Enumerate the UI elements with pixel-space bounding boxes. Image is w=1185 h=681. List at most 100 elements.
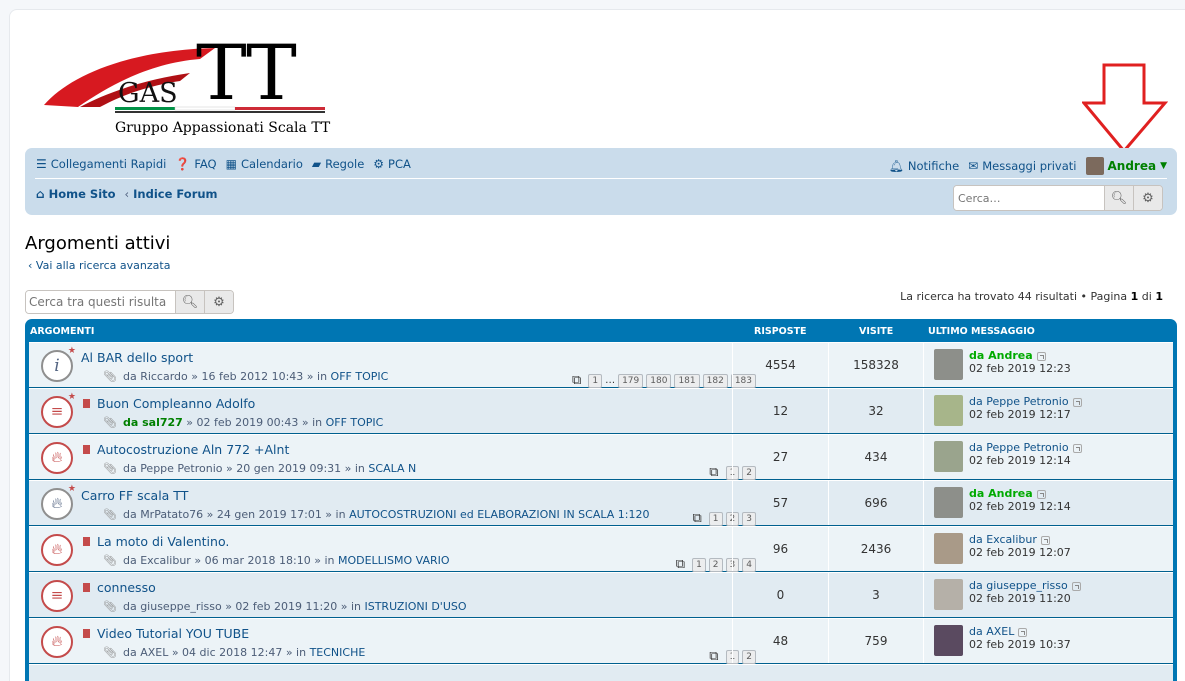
goto-last-post-icon[interactable] [1036,489,1046,499]
goto-last-post-icon[interactable] [1071,581,1081,591]
page-link[interactable]: 182 [702,373,728,388]
topic-title-link[interactable]: Video Tutorial YOU TUBE [97,626,249,641]
last-post-author[interactable]: da Andrea [969,349,1033,362]
unread-marker-icon [83,399,90,408]
last-post-date: 02 feb 2019 12:14 [969,500,1071,513]
replies-cell: 96 [732,527,828,571]
notifications-label: Notifiche [907,159,960,173]
calendar-link[interactable]: ▦ Calendario [226,157,303,171]
logo-tt-text: TT [196,28,297,117]
table-row: 🔥︎ La moto di Valentino. 📎︎ da Excalibur » … [29,526,1173,572]
topic-forum-link[interactable]: OFF TOPIC [326,416,384,429]
header-search-input[interactable] [954,186,1104,210]
replies-cell: 57 [732,481,828,525]
topic-title-link[interactable]: connesso [97,580,156,595]
topic-forum-link[interactable]: SCALA N [368,462,416,475]
goto-last-post-icon[interactable] [1018,627,1028,637]
topic-forum-link[interactable]: AUTOCOSTRUZIONI ed ELABORAZIONI IN SCALA… [349,508,649,521]
topic-title-link[interactable]: Autocostruzione Aln 772 +Alnt [97,442,289,457]
topic-title-link[interactable]: Al BAR dello sport [81,350,193,365]
paperclip-icon: 📎︎ [103,508,117,521]
page-link[interactable]: 180 [646,373,672,388]
topic-title-link[interactable]: La moto di Valentino. [97,534,229,549]
goto-last-post-icon[interactable] [1040,535,1050,545]
last-post-author[interactable]: da Peppe Petronio [969,395,1069,408]
topic-title-link[interactable]: Carro FF scala TT [81,488,188,503]
quick-links-menu[interactable]: ☰ Collegamenti Rapidi [36,157,166,171]
page-link[interactable]: 181 [674,373,700,388]
private-messages-link[interactable]: ✉ Messaggi privati [968,159,1076,173]
topic-forum-link[interactable]: MODELLISMO VARIO [338,554,450,567]
page-link[interactable]: 179 [618,373,644,388]
header-advanced-search-button[interactable]: ⚙ [1133,186,1162,210]
goto-last-post-icon[interactable] [1072,443,1082,453]
crumb-index[interactable]: Indice Forum [133,187,217,201]
topic-author[interactable]: da MrPatato76 [123,508,203,521]
page-link[interactable]: 1 [708,511,723,526]
advanced-search-link[interactable]: ‹ Vai alla ricerca avanzata [28,259,170,272]
topic-title-link[interactable]: Buon Compleanno Adolfo [97,396,255,411]
replies-count: 48 [772,634,789,648]
header-search-button[interactable]: 🔍︎ [1104,186,1133,210]
private-messages-label: Messaggi privati [982,159,1077,173]
table-row: 🔥︎ Autocostruzione Aln 772 +Alnt 📎︎ da Pepp… [29,434,1173,480]
topic-author[interactable]: da Riccardo [123,370,188,383]
crumb-home[interactable]: ⌂ Home Sito [36,187,116,201]
last-post-author[interactable]: da Peppe Petronio [969,441,1069,454]
nav-divider [35,178,1167,179]
unread-marker-icon [83,445,90,454]
goto-last-post-icon[interactable] [1036,351,1046,361]
table-row [29,664,1173,681]
last-post-author[interactable]: da giuseppe_risso [969,579,1068,592]
page-link[interactable]: 1 [588,373,603,388]
topic-author[interactable]: da sal727 [123,416,183,429]
rules-link[interactable]: ▰ Regole [312,157,364,171]
topic-author[interactable]: da Excalibur [123,554,191,567]
results-search-input[interactable] [26,291,175,313]
views-cell: 434 [828,435,923,479]
topic-author[interactable]: da giuseppe_risso [123,600,222,613]
goto-last-post-icon[interactable] [1072,397,1082,407]
results-search-button[interactable]: 🔍︎ [175,291,204,313]
results-advanced-button[interactable]: ⚙ [204,291,233,313]
ucp-link[interactable]: ⚙ PCA [373,157,411,171]
page-link[interactable]: 2 [708,557,723,572]
last-post-info: da Andrea 02 feb 2019 12:14 [969,487,1071,513]
last-post-author[interactable]: da AXEL [969,625,1014,638]
avatar[interactable] [934,579,963,610]
header-search: 🔍︎ ⚙ [953,185,1163,211]
avatar[interactable] [934,395,963,426]
avatar[interactable] [934,625,963,656]
table-row: i ★ Al BAR dello sport 📎︎ da Riccardo » 16 f… [29,342,1173,388]
replies-count: 12 [772,404,789,418]
avatar [1085,157,1104,175]
replies-count: 4554 [765,358,796,372]
topic-forum-link[interactable]: OFF TOPIC [331,370,389,383]
user-menu[interactable]: Andrea ▼ [1085,157,1167,175]
topic-author[interactable]: da AXEL [123,646,168,659]
gear-icon: ⚙ [1142,190,1154,206]
topic-forum-link[interactable]: TECNICHE [310,646,366,659]
last-post-author[interactable]: da Andrea [969,487,1033,500]
avatar[interactable] [934,441,963,472]
topic-author[interactable]: da Peppe Petronio [123,462,223,475]
topic-status-icon: ≡ [41,580,73,612]
notifications-link[interactable]: 🔔︎ Notifiche [889,159,960,173]
avatar[interactable] [934,487,963,518]
views-count: 434 [864,450,888,464]
page-link[interactable]: 1 [692,557,706,572]
replies-cell: 12 [732,389,828,433]
replies-cell: 4554 [732,343,828,387]
faq-link[interactable]: ❓ FAQ [175,157,216,171]
table-header: ARGOMENTI RISPOSTE VISITE ULTIMO MESSAGG… [29,319,1173,342]
replies-cell: 48 [732,619,828,663]
avatar[interactable] [934,533,963,564]
results-search: 🔍︎ ⚙ [25,290,234,314]
topic-forum-link[interactable]: ISTRUZIONI D'USO [364,600,466,613]
unread-marker-icon [83,629,90,638]
avatar[interactable] [934,349,963,380]
book-icon: ▰ [311,157,322,171]
last-post-author[interactable]: da Excalibur [969,533,1037,546]
topic-pagination: ⧉ 1… 179 180 181 182 183 [572,373,756,388]
calendar-icon: ▦ [225,157,237,171]
